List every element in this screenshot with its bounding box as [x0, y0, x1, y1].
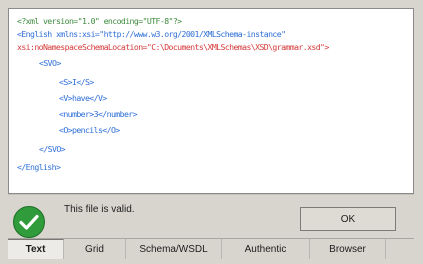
- xml-text-editor[interactable]: <?xml version="1.0" encoding="UTF-8"?> <…: [8, 8, 414, 194]
- root-element-line: <English xmlns:xsi="http://www.w3.org/20…: [17, 29, 286, 39]
- subject-line: <S>I</S>: [59, 77, 94, 87]
- verb-line: <V>have</V>: [59, 93, 107, 103]
- ok-button[interactable]: OK: [300, 207, 396, 231]
- view-tabs: Text Grid Schema/WSDL Authentic Browser: [8, 238, 414, 259]
- xml-declaration-line: <?xml version="1.0" encoding="UTF-8"?>: [17, 16, 182, 26]
- object-line: <O>pencils</O>: [59, 125, 120, 135]
- svo-open-line: <SVO>: [39, 58, 61, 68]
- tab-browser[interactable]: Browser: [310, 239, 386, 259]
- checkmark-icon: [13, 206, 45, 238]
- tab-text[interactable]: Text: [8, 239, 64, 259]
- number-line: <number>3</number>: [59, 109, 138, 119]
- svo-close-line: </SVO>: [39, 144, 66, 154]
- validation-message: This file is valid.: [64, 204, 135, 215]
- tab-strip-filler: [386, 239, 414, 259]
- tab-schema-wsdl[interactable]: Schema/WSDL: [126, 239, 222, 259]
- schema-location-line: xsi:noNamespaceSchemaLocation="C:\Docume…: [17, 42, 329, 52]
- tab-authentic[interactable]: Authentic: [222, 239, 310, 259]
- root-close-line: </English>: [17, 162, 61, 172]
- tab-grid[interactable]: Grid: [64, 239, 126, 259]
